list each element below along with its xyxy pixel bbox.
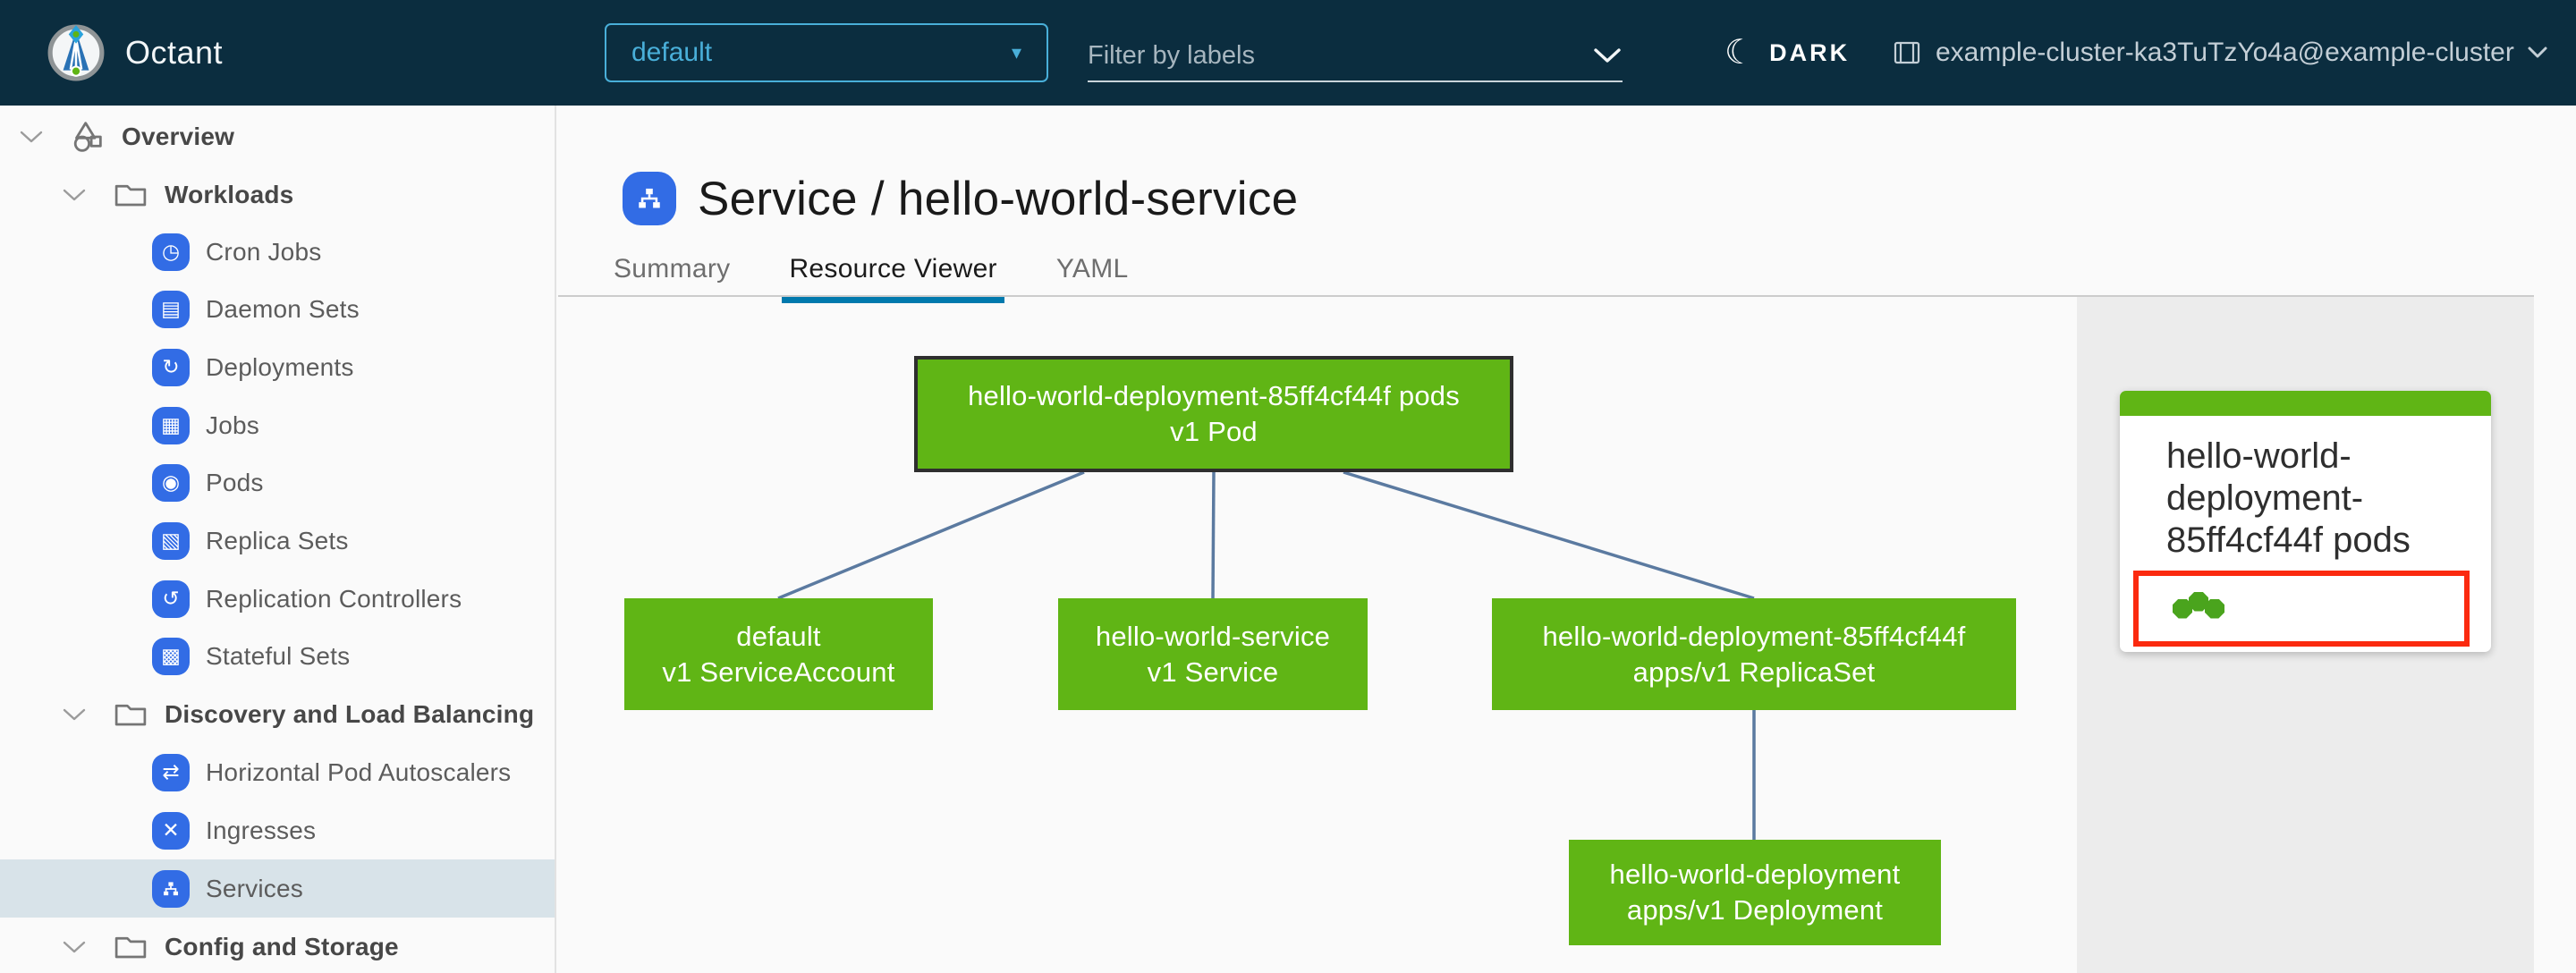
sidebar-item-label: Discovery and Load Balancing [165,699,535,728]
sidebar-item-label: Replica Sets [206,526,349,554]
octant-logo-icon [47,24,105,81]
octant-app: Octant default ▾ ☾ DARK example-cluster-… [0,0,2576,973]
card-title: hello-world-deployment-85ff4cf44f pods [2166,436,2411,560]
sidebar-item-workloads[interactable]: Workloads [0,165,555,224]
resource-viewer-canvas[interactable]: hello-world-deployment-85ff4cf44f pods v… [558,297,2077,973]
overview-objects-icon [73,121,102,152]
folder-icon [114,184,147,206]
graph-node-replica-set[interactable]: hello-world-deployment-85ff4cf44f apps/v… [1492,598,2016,710]
sidebar-item-label: Workloads [165,180,294,208]
cluster-icon [1894,41,1920,64]
dark-theme-label: DARK [1769,38,1851,66]
app-header: Octant default ▾ ☾ DARK example-cluster-… [0,0,2576,106]
main-content: Service / hello-world-service Summary Re… [558,106,2576,973]
graph-node-pod[interactable]: hello-world-deployment-85ff4cf44f pods v… [914,356,1513,472]
pod-status-highlight-annotation [2133,571,2470,647]
sidebar-item-label: Overview [122,122,235,150]
pod-detail-card[interactable]: hello-world-deployment-85ff4cf44f pods [2120,391,2491,652]
sidebar-item-label: Stateful Sets [206,641,351,670]
namespace-selected-value: default [631,38,713,67]
node-kind: v1 ServiceAccount [662,656,895,688]
chevron-down-icon[interactable] [61,187,88,203]
sidebar-item-services[interactable]: Services [0,859,555,918]
deployments-icon: ↻ [152,348,190,386]
pod-ok-icon [2205,598,2224,619]
horizontal-pod-autoscalers-icon: ⇄ [152,753,190,791]
namespace-selector[interactable]: default ▾ [605,23,1048,82]
sidebar-item-cron-jobs[interactable]: ◷ Cron Jobs [0,223,555,281]
node-kind: v1 Service [1147,656,1279,688]
sidebar-item-label: Pods [206,468,264,496]
node-kind: apps/v1 ReplicaSet [1632,656,1876,688]
sidebar-item-daemon-sets[interactable]: ▤ Daemon Sets [0,280,555,338]
graph-node-service-account[interactable]: default v1 ServiceAccount [624,598,933,710]
sidebar-item-overview[interactable]: Overview [0,107,555,165]
node-name: hello-world-deployment [1609,859,1901,890]
context-chevron-down-icon [2528,47,2547,58]
cluster-context-selector[interactable]: example-cluster-ka3TuTzYo4a@example-clus… [1891,0,2548,106]
folder-icon [114,704,147,725]
sidebar-item-label: Config and Storage [165,932,399,960]
pods-icon: ◉ [152,463,190,502]
page-title: Service / hello-world-service [623,168,1298,229]
services-icon [152,869,190,908]
graph-node-deployment[interactable]: hello-world-deployment apps/v1 Deploymen… [1569,840,1941,945]
folder-icon [114,936,147,958]
sidebar-item-replica-sets[interactable]: ▧ Replica Sets [0,512,555,570]
node-detail-panel: hello-world-deployment-85ff4cf44f pods [2077,297,2534,973]
sidebar-item-horizontal-pod-autoscalers[interactable]: ⇄ Horizontal Pod Autoscalers [0,743,555,801]
app-title: Octant [125,34,224,71]
sidebar-item-jobs[interactable]: ▦ Jobs [0,396,555,454]
label-filter-input[interactable] [1088,40,1592,71]
moon-icon: ☾ [1724,34,1756,72]
cron-jobs-icon: ◷ [152,233,190,271]
chevron-down-icon[interactable] [18,129,45,145]
sidebar-item-ingresses[interactable]: ✕ Ingresses [0,801,555,859]
chevron-down-icon[interactable] [61,939,88,955]
sidebar-item-stateful-sets[interactable]: ▩ Stateful Sets [0,627,555,685]
daemon-sets-icon: ▤ [152,290,190,328]
sidebar-item-label: Horizontal Pod Autoscalers [206,757,512,786]
cluster-context-label: example-cluster-ka3TuTzYo4a@example-clus… [1936,38,2514,67]
ingresses-icon: ✕ [152,811,190,850]
dropdown-caret-icon: ▾ [1011,41,1021,63]
sidebar-item-replication-controllers[interactable]: ↺ Replication Controllers [0,570,555,628]
node-kind: apps/v1 Deployment [1626,894,1884,926]
sidebar-nav: Overview Workloads ◷ Cron Jobs ▤ Daemon … [0,106,556,973]
node-kind: v1 Pod [1170,416,1258,447]
node-name: hello-world-deployment-85ff4cf44f pods [968,380,1460,411]
replication-controllers-icon: ↺ [152,580,190,618]
sidebar-item-label: Daemon Sets [206,294,360,323]
node-name: hello-world-service [1095,620,1331,652]
service-resource-icon [623,172,676,225]
sidebar-item-label: Cron Jobs [206,237,322,266]
chevron-down-icon[interactable] [61,706,88,723]
sidebar-item-deployments[interactable]: ↻ Deployments [0,338,555,396]
sidebar-item-discovery-and-load-balancing[interactable]: Discovery and Load Balancing [0,685,555,743]
dark-theme-toggle[interactable]: ☾ DARK [1724,0,1850,106]
filter-chevron-down-icon[interactable] [1592,47,1623,64]
node-name: default [736,620,821,652]
sidebar-item-label: Deployments [206,352,354,381]
card-status-bar [2120,391,2491,416]
node-name: hello-world-deployment-85ff4cf44f [1542,620,1966,652]
label-filter [1088,30,1623,82]
sidebar-item-label: Replication Controllers [206,584,462,613]
sidebar-item-pods[interactable]: ◉ Pods [0,453,555,512]
sidebar-item-label: Ingresses [206,816,317,844]
graph-node-service[interactable]: hello-world-service v1 Service [1058,598,1368,710]
replica-sets-icon: ▧ [152,521,190,560]
pod-status-dots [2173,591,2224,619]
stateful-sets-icon: ▩ [152,637,190,675]
sidebar-item-label: Services [206,874,303,902]
sidebar-item-config-and-storage[interactable]: Config and Storage [0,918,555,973]
page-title-text: Service / hello-world-service [698,172,1299,225]
sidebar-item-label: Jobs [206,410,259,439]
jobs-icon: ▦ [152,406,190,444]
